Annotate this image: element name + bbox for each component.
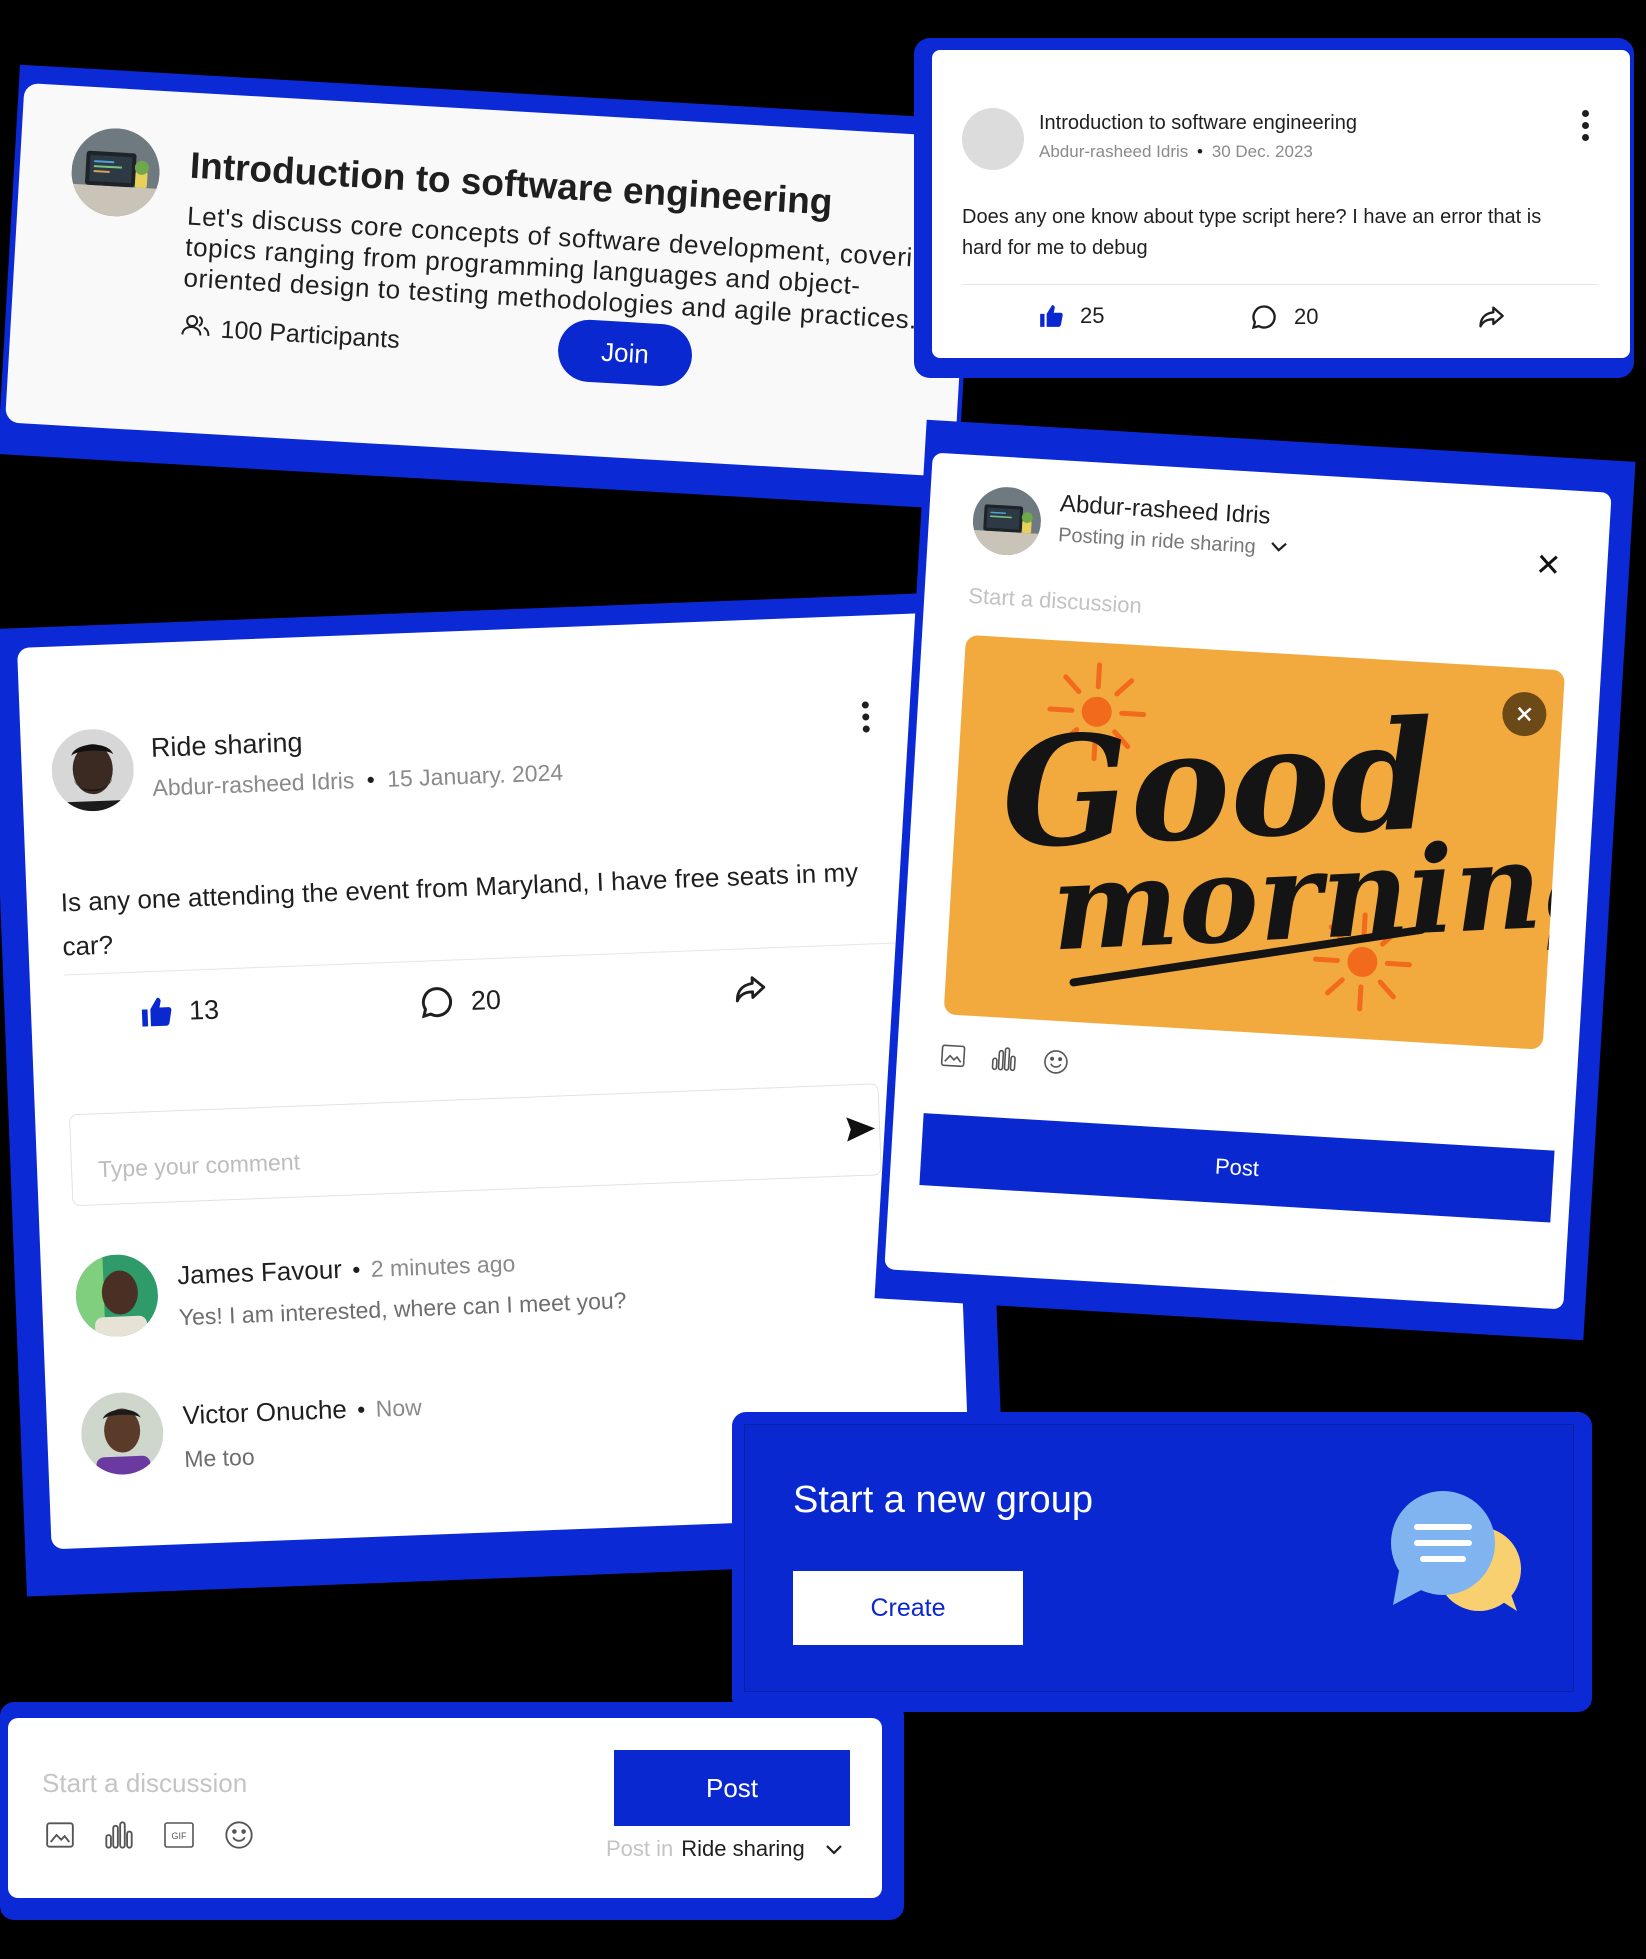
ride-post-card: Ride sharing Abdur-rasheed Idris • 15 Ja…	[17, 612, 971, 1550]
post-button[interactable]: Post	[919, 1113, 1555, 1223]
reply-author: Victor Onuche	[182, 1393, 348, 1431]
post-meta: Abdur-rasheed Idris • 15 January. 2024	[152, 759, 564, 802]
post-in-label: Post in	[606, 1836, 674, 1861]
post-body: Is any one attending the event from Mary…	[60, 856, 859, 962]
post-group-name: Introduction to software engineering	[1039, 112, 1357, 134]
avatar	[970, 485, 1043, 558]
close-circle-icon[interactable]	[1501, 690, 1548, 738]
post-author: Abdur-rasheed Idris	[1039, 142, 1189, 161]
discussion-input[interactable]: Start a discussion	[42, 1768, 247, 1799]
reply-header: Victor Onuche • Now	[182, 1391, 422, 1431]
like-count: 13	[188, 994, 220, 1026]
participants: 100 Participants	[180, 312, 401, 356]
comment-input[interactable]: Type your comment	[68, 1083, 882, 1207]
new-group-title: Start a new group	[793, 1479, 1093, 1521]
post-button[interactable]: Post	[614, 1750, 850, 1826]
avatar	[50, 727, 136, 813]
reply-time: Now	[375, 1394, 423, 1422]
bottom-composer-card: Start a discussion GIF Post Post in Ride…	[8, 1718, 882, 1898]
composer-card: Abdur-rasheed Idris Posting in ride shar…	[884, 452, 1612, 1310]
group-card: Introduction to software engineering Let…	[5, 82, 973, 478]
attached-image: Good morning	[943, 634, 1566, 1050]
post-group-name: Ride sharing	[150, 727, 304, 763]
chevron-down-icon	[825, 1836, 843, 1862]
comment-button[interactable]: 20	[1250, 303, 1318, 331]
avatar	[74, 1253, 160, 1339]
post-body: Does any one know about type script here…	[962, 206, 1542, 259]
avatar	[962, 108, 1024, 170]
join-button[interactable]: Join	[556, 318, 694, 388]
participants-count: 100 Participants	[219, 315, 401, 354]
thumbs-up-icon	[138, 994, 173, 1029]
chevron-down-icon	[1269, 539, 1288, 558]
gif-icon[interactable]: GIF	[164, 1822, 194, 1853]
poll-icon[interactable]	[104, 1820, 134, 1855]
post-author: Abdur-rasheed Idris	[151, 767, 355, 801]
reply-time: 2 minutes ago	[370, 1250, 516, 1282]
comment-icon	[1250, 303, 1278, 331]
post-date: 30 Dec. 2023	[1211, 142, 1313, 161]
composer-author: Abdur-rasheed Idris	[1059, 490, 1272, 530]
comment-count: 20	[470, 984, 502, 1016]
question-post-card: Introduction to software engineering Abd…	[932, 50, 1630, 358]
create-button[interactable]: Create	[793, 1571, 1023, 1645]
chat-bubbles-icon	[1385, 1485, 1535, 1630]
poll-icon[interactable]	[990, 1046, 1018, 1076]
more-vertical-icon[interactable]	[1582, 110, 1590, 146]
svg-text:GIF: GIF	[172, 1831, 188, 1841]
post-meta: Abdur-rasheed Idris • 30 Dec. 2023	[1039, 142, 1313, 162]
share-icon[interactable]	[730, 971, 769, 1011]
like-button[interactable]: 13	[138, 993, 220, 1030]
composer-toolbar: GIF	[46, 1820, 254, 1855]
share-icon[interactable]	[1476, 303, 1506, 336]
reply: James Favour • 2 minutes ago Yes! I am i…	[74, 1226, 877, 1357]
meta-separator: •	[366, 766, 376, 793]
users-icon	[180, 312, 212, 345]
thumbs-up-icon	[1038, 303, 1064, 329]
posting-in-label: Posting in ride sharing	[1057, 524, 1257, 558]
image-icon[interactable]	[940, 1044, 966, 1072]
comment-icon	[418, 983, 455, 1020]
reply-author: James Favour	[176, 1253, 343, 1291]
reply-text: Yes! I am interested, where can I meet y…	[178, 1287, 627, 1331]
send-icon[interactable]	[843, 1112, 878, 1150]
emoji-icon[interactable]	[224, 1820, 254, 1855]
emoji-icon[interactable]	[1042, 1048, 1070, 1080]
like-count: 25	[1080, 303, 1105, 328]
more-vertical-icon[interactable]	[861, 701, 871, 737]
comment-button[interactable]: 20	[418, 982, 501, 1021]
divider	[962, 284, 1598, 285]
reply-text: Me too	[183, 1443, 256, 1473]
discussion-input[interactable]: Start a discussion	[968, 583, 1143, 619]
new-group-card: Start a new group Create	[744, 1424, 1574, 1692]
reply-separator: •	[356, 1396, 366, 1423]
reply-header: James Favour • 2 minutes ago	[177, 1247, 516, 1291]
post-date: 15 January. 2024	[386, 759, 564, 792]
close-icon[interactable]	[1536, 553, 1560, 581]
group-avatar	[69, 125, 163, 219]
post-in-selector[interactable]: Post in Ride sharing	[606, 1836, 843, 1862]
comment-placeholder: Type your comment	[97, 1148, 301, 1183]
image-icon[interactable]	[46, 1822, 74, 1853]
reply-separator: •	[351, 1256, 361, 1283]
meta-separator: •	[1197, 142, 1203, 161]
composer-toolbar	[940, 1042, 1070, 1081]
post-in-value: Ride sharing	[681, 1836, 805, 1861]
avatar	[79, 1390, 165, 1477]
like-button[interactable]: 25	[1038, 303, 1104, 329]
comment-count: 20	[1294, 304, 1319, 329]
